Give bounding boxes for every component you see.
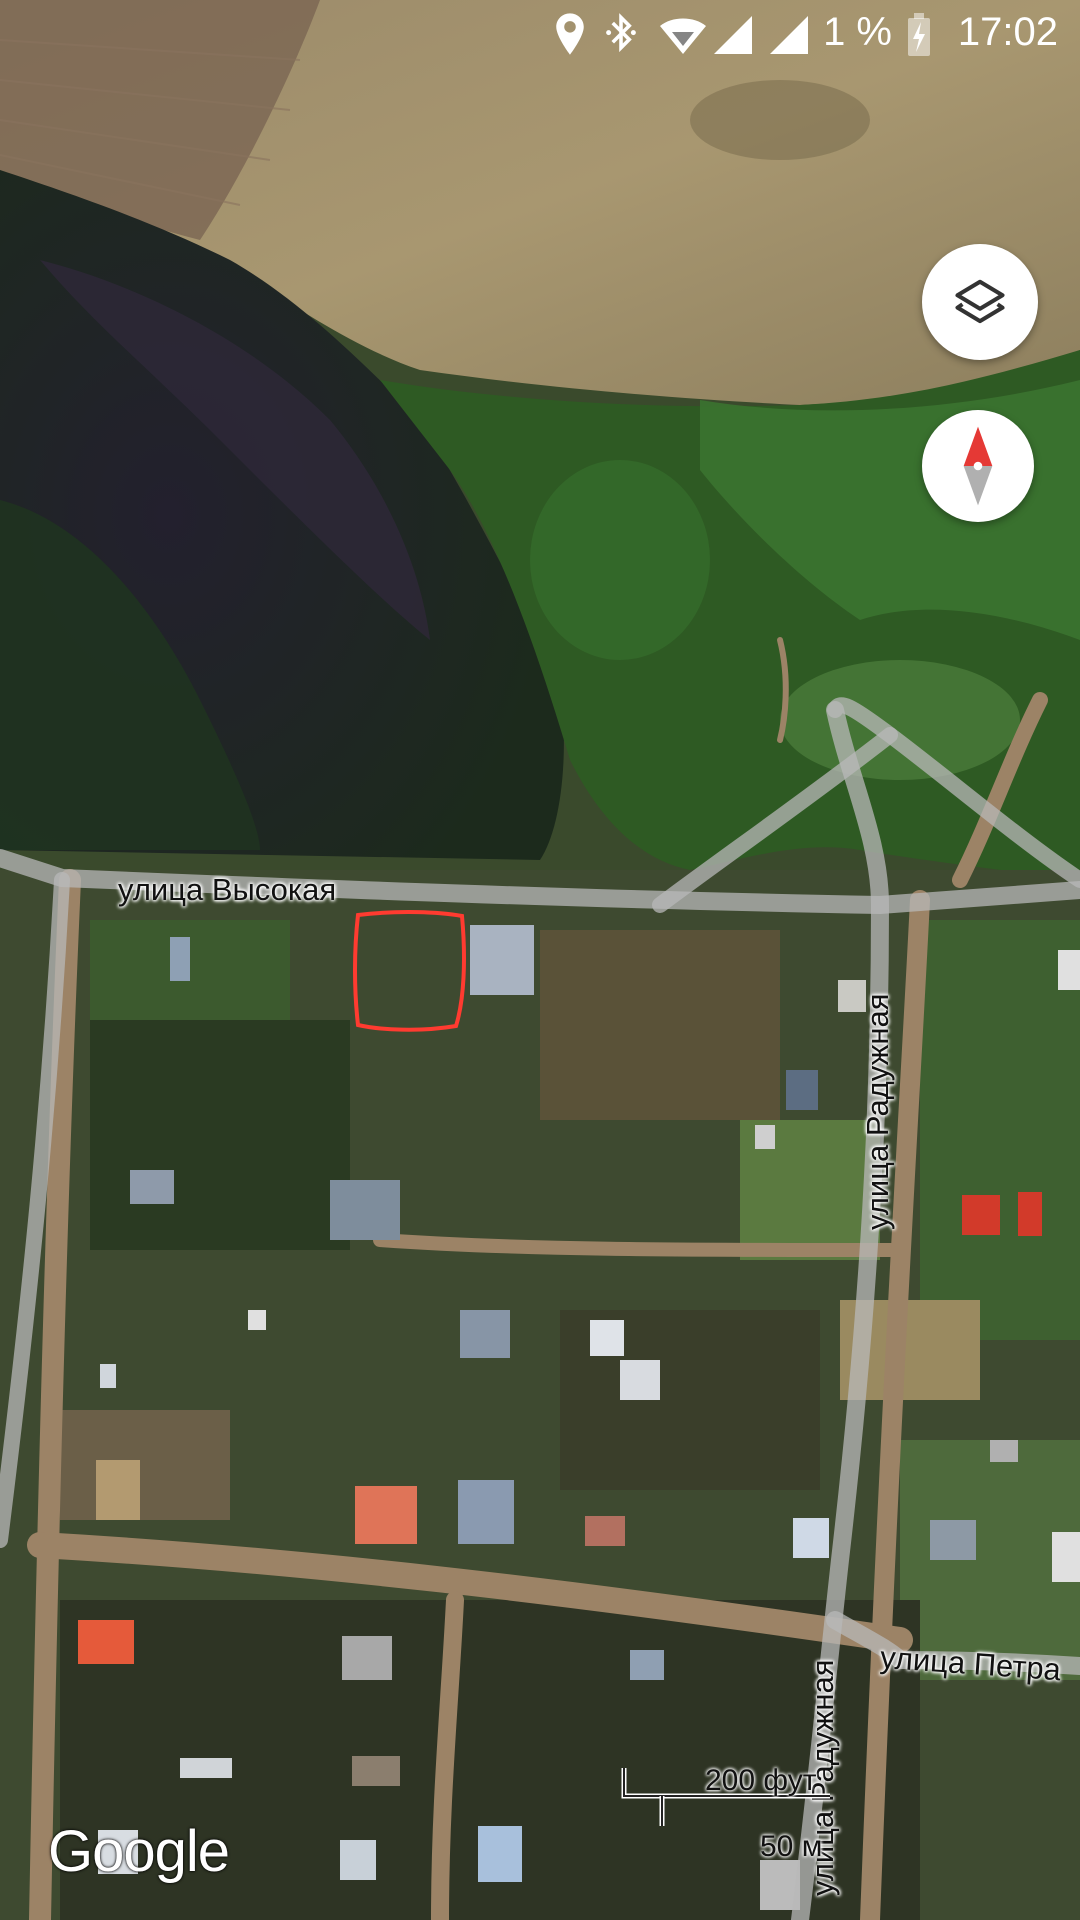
map-scale: 200 фут 50 м	[620, 1760, 840, 1863]
plot-green-right	[920, 920, 1080, 1340]
wifi-icon	[660, 18, 706, 54]
layers-icon	[955, 279, 1005, 324]
street-label-radugnaya: улица Радужная	[860, 993, 895, 1230]
tree-cluster	[530, 460, 710, 660]
layers-button[interactable]	[922, 244, 1038, 360]
signal-icon	[714, 16, 752, 54]
satellite-map[interactable]	[0, 0, 1080, 1920]
scale-feet: 200 фут	[705, 1764, 817, 1797]
plot-construction	[60, 1410, 230, 1520]
clock: 17:02	[957, 10, 1058, 54]
meadow	[780, 660, 1020, 780]
signal-icon	[770, 16, 808, 54]
google-logo: Google	[48, 1819, 230, 1884]
status-bar: 1 % 17:02	[0, 0, 1080, 70]
plot-bare	[540, 930, 780, 1120]
battery-charging-icon	[908, 13, 930, 56]
compass-icon	[963, 426, 993, 506]
scale-meters: 50 м	[760, 1830, 823, 1863]
location-icon	[556, 13, 584, 55]
battery-percent: 1 %	[823, 10, 892, 54]
field-shade	[690, 80, 870, 160]
street-label-vysokaya: улица Высокая	[118, 872, 337, 907]
plot-trees	[90, 1020, 350, 1250]
compass-button[interactable]	[922, 410, 1034, 522]
bluetooth-icon	[606, 13, 636, 53]
